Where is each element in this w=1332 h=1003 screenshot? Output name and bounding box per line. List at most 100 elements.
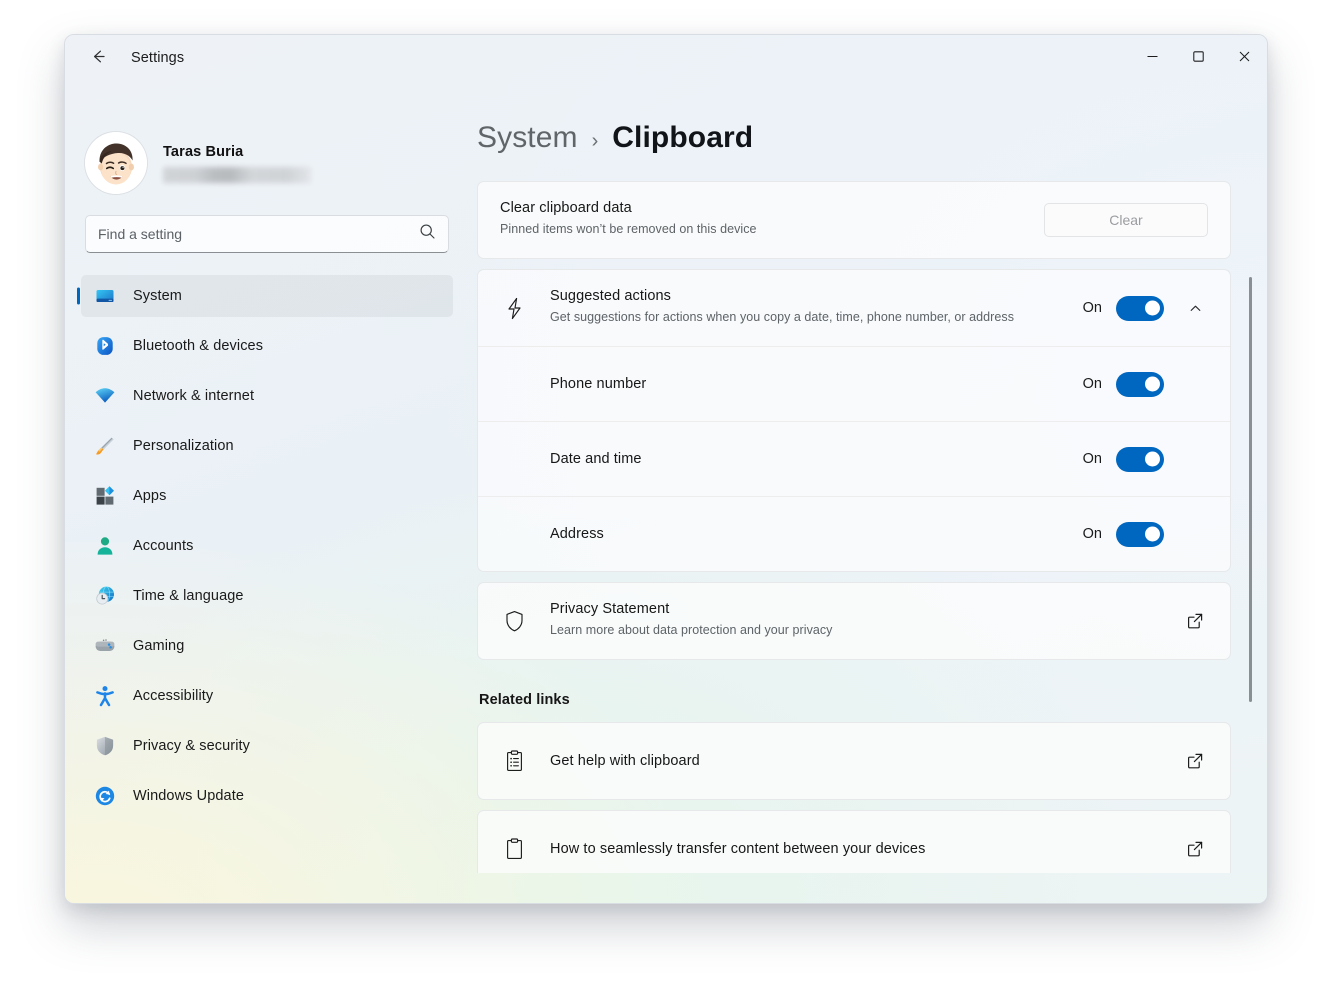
sidebar-item-label: Bluetooth & devices — [133, 338, 264, 354]
shield-icon — [93, 734, 117, 758]
open-external-icon[interactable] — [1182, 608, 1208, 634]
suggested-action-child-address[interactable]: Address On — [478, 496, 1230, 571]
paintbrush-icon — [93, 434, 117, 458]
suggested-actions-title: Suggested actions — [550, 288, 672, 305]
accessibility-icon — [93, 684, 117, 708]
content-scrollbar[interactable] — [1245, 181, 1257, 873]
sidebar-item-label: Accessibility — [133, 688, 214, 704]
clear-clipboard-title: Clear clipboard data — [500, 200, 632, 217]
date-and-time-toggle[interactable] — [1116, 446, 1164, 472]
sidebar-item-personalization[interactable]: Personalization — [81, 425, 453, 467]
clipboard-list-icon — [500, 749, 528, 774]
caption-button-group — [1129, 35, 1267, 81]
maximize-button[interactable] — [1175, 35, 1221, 81]
settings-scroll-area: Clear clipboard data Pinned items won’t … — [469, 181, 1267, 873]
bluetooth-icon — [93, 334, 117, 358]
sidebar-item-time-language[interactable]: Time & language — [81, 575, 453, 617]
clear-clipboard-row: Clear clipboard data Pinned items won’t … — [478, 182, 1230, 258]
scrollbar-thumb[interactable] — [1249, 277, 1252, 702]
globe-clock-icon — [93, 584, 117, 608]
sidebar-item-label: Apps — [133, 488, 167, 504]
search-icon — [419, 223, 436, 245]
shield-outline-icon — [500, 609, 528, 634]
sidebar-item-label: Privacy & security — [133, 738, 251, 754]
address-toggle[interactable] — [1116, 521, 1164, 547]
suggested-actions-toggle[interactable] — [1116, 295, 1164, 321]
privacy-statement-subtitle: Learn more about data protection and you… — [550, 623, 833, 638]
minimize-icon — [1146, 50, 1159, 66]
back-button[interactable] — [79, 42, 117, 74]
suggested-actions-group: Suggested actions Get suggestions for ac… — [477, 269, 1231, 572]
breadcrumb-separator: › — [591, 130, 599, 152]
chevron-up-icon[interactable] — [1182, 295, 1208, 321]
breadcrumb: System › Clipboard — [477, 121, 1267, 155]
sidebar-item-label: Gaming — [133, 638, 185, 654]
search-box[interactable] — [85, 215, 449, 253]
child-state: On — [1082, 526, 1102, 542]
suggested-actions-subtitle: Get suggestions for actions when you cop… — [550, 310, 1014, 325]
sidebar-item-system[interactable]: System — [81, 275, 453, 317]
person-icon — [93, 534, 117, 558]
search-input[interactable] — [98, 226, 419, 242]
related-link-title: How to seamlessly transfer content betwe… — [550, 841, 926, 857]
suggested-action-child-phone-number[interactable]: Phone number On — [478, 346, 1230, 421]
child-state: On — [1082, 376, 1102, 392]
privacy-statement-row[interactable]: Privacy Statement Learn more about data … — [478, 583, 1230, 659]
sidebar-item-windows-update[interactable]: Windows Update — [81, 775, 453, 817]
sidebar-item-label: Network & internet — [133, 388, 255, 404]
child-title: Address — [550, 526, 604, 542]
clear-button[interactable]: Clear — [1044, 203, 1208, 237]
sidebar-item-label: Time & language — [133, 588, 244, 604]
suggested-actions-row[interactable]: Suggested actions Get suggestions for ac… — [478, 270, 1230, 346]
content-pane: System › Clipboard Clear clipboard data … — [469, 35, 1267, 903]
desktop-backdrop: Settings Taras Buria Find a setting Syst… — [0, 0, 1332, 1003]
clear-clipboard-subtitle: Pinned items won’t be removed on this de… — [500, 222, 757, 237]
minimize-button[interactable] — [1129, 35, 1175, 81]
account-name: Taras Buria — [163, 143, 244, 160]
gamepad-icon — [93, 634, 117, 658]
open-external-icon[interactable] — [1182, 836, 1208, 862]
breadcrumb-parent-link[interactable]: System — [477, 121, 578, 155]
related-links-heading: Related links — [479, 692, 570, 708]
maximize-icon — [1192, 50, 1205, 66]
account-card[interactable]: Taras Buria — [65, 127, 469, 199]
close-button[interactable] — [1221, 35, 1267, 81]
suggested-actions-state: On — [1082, 300, 1102, 316]
lightning-bolt-icon — [500, 296, 528, 321]
sidebar-item-privacy-security[interactable]: Privacy & security — [81, 725, 453, 767]
sidebar-item-apps[interactable]: Apps — [81, 475, 453, 517]
child-title: Date and time — [550, 451, 642, 467]
sidebar-item-accounts[interactable]: Accounts — [81, 525, 453, 567]
sidebar-item-label: Personalization — [133, 438, 234, 454]
sidebar-item-label: Accounts — [133, 538, 194, 554]
open-external-icon[interactable] — [1182, 748, 1208, 774]
related-link-card-get-help[interactable]: Get help with clipboard — [477, 722, 1231, 800]
related-link-card-transfer-content[interactable]: How to seamlessly transfer content betwe… — [477, 810, 1231, 873]
sidebar-item-bluetooth-devices[interactable]: Bluetooth & devices — [81, 325, 453, 367]
child-title: Phone number — [550, 376, 647, 392]
sidebar-item-gaming[interactable]: Gaming — [81, 625, 453, 667]
avatar — [85, 132, 147, 194]
related-link-title: Get help with clipboard — [550, 753, 700, 769]
phone-number-toggle[interactable] — [1116, 371, 1164, 397]
sidebar-item-network-internet[interactable]: Network & internet — [81, 375, 453, 417]
sidebar-nav-list: System Bluetooth & devices Network & int… — [65, 275, 469, 817]
clipboard-icon — [500, 837, 528, 862]
arrow-left-icon — [89, 47, 108, 69]
wifi-icon — [93, 384, 117, 408]
related-link-row[interactable]: Get help with clipboard — [478, 723, 1230, 799]
settings-window: Settings Taras Buria Find a setting Syst… — [64, 34, 1268, 904]
clear-clipboard-card: Clear clipboard data Pinned items won’t … — [477, 181, 1231, 259]
update-refresh-icon — [93, 784, 117, 808]
monitor-icon — [93, 284, 117, 308]
suggested-action-child-date-and-time[interactable]: Date and time On — [478, 421, 1230, 496]
privacy-statement-title: Privacy Statement — [550, 601, 670, 618]
sidebar-item-accessibility[interactable]: Accessibility — [81, 675, 453, 717]
sidebar-item-label: Windows Update — [133, 788, 245, 804]
privacy-statement-card[interactable]: Privacy Statement Learn more about data … — [477, 582, 1231, 660]
close-icon — [1238, 50, 1251, 66]
related-link-row[interactable]: How to seamlessly transfer content betwe… — [478, 811, 1230, 873]
navigation-sidebar: Taras Buria Find a setting System Blueto… — [65, 35, 469, 903]
